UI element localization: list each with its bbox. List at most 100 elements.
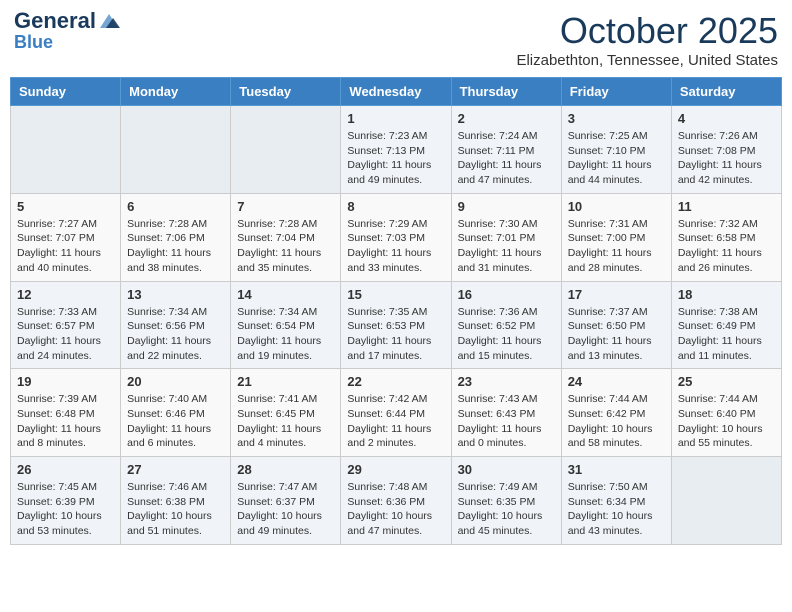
cell-content: Sunrise: 7:49 AMSunset: 6:35 PMDaylight:…	[458, 480, 555, 539]
cell-content: Sunrise: 7:27 AMSunset: 7:07 PMDaylight:…	[17, 217, 114, 276]
calendar-cell: 10Sunrise: 7:31 AMSunset: 7:00 PMDayligh…	[561, 193, 671, 281]
day-number: 16	[458, 287, 555, 302]
day-number: 8	[347, 199, 444, 214]
day-number: 5	[17, 199, 114, 214]
calendar-cell: 21Sunrise: 7:41 AMSunset: 6:45 PMDayligh…	[231, 369, 341, 457]
cell-content: Sunrise: 7:24 AMSunset: 7:11 PMDaylight:…	[458, 129, 555, 188]
cell-content: Sunrise: 7:29 AMSunset: 7:03 PMDaylight:…	[347, 217, 444, 276]
day-number: 19	[17, 374, 114, 389]
day-header-friday: Friday	[561, 78, 671, 106]
cell-content: Sunrise: 7:34 AMSunset: 6:56 PMDaylight:…	[127, 305, 224, 364]
cell-content: Sunrise: 7:40 AMSunset: 6:46 PMDaylight:…	[127, 392, 224, 451]
calendar-cell: 5 Sunrise: 7:27 AMSunset: 7:07 PMDaylight…	[11, 193, 121, 281]
logo-icon	[98, 12, 120, 30]
day-number: 22	[347, 374, 444, 389]
calendar-week-row: 12 Sunrise: 7:33 AMSunset: 6:57 PMDayligh…	[11, 281, 782, 369]
cell-content: Sunrise: 7:23 AMSunset: 7:13 PMDaylight:…	[347, 129, 444, 188]
calendar-cell: 17 Sunrise: 7:37 AMSunset: 6:50 PMDayligh…	[561, 281, 671, 369]
day-number: 29	[347, 462, 444, 477]
day-number: 17	[568, 287, 665, 302]
cell-content: Sunrise: 7:45 AMSunset: 6:39 PMDaylight:…	[17, 480, 114, 539]
calendar-cell: 14 Sunrise: 7:34 AMSunset: 6:54 PMDayligh…	[231, 281, 341, 369]
cell-content: Sunrise: 7:38 AMSunset: 6:49 PMDaylight:…	[678, 305, 775, 364]
calendar-cell: 25 Sunrise: 7:44 AMSunset: 6:40 PMDayligh…	[671, 369, 781, 457]
calendar-cell	[121, 106, 231, 194]
calendar-cell: 13Sunrise: 7:34 AMSunset: 6:56 PMDayligh…	[121, 281, 231, 369]
calendar-cell: 31Sunrise: 7:50 AMSunset: 6:34 PMDayligh…	[561, 457, 671, 545]
cell-content: Sunrise: 7:43 AMSunset: 6:43 PMDaylight:…	[458, 392, 555, 451]
cell-content: Sunrise: 7:32 AMSunset: 6:58 PMDaylight:…	[678, 217, 775, 276]
calendar-cell: 16 Sunrise: 7:36 AMSunset: 6:52 PMDayligh…	[451, 281, 561, 369]
day-number: 6	[127, 199, 224, 214]
day-number: 21	[237, 374, 334, 389]
day-number: 26	[17, 462, 114, 477]
calendar-week-row: 26 Sunrise: 7:45 AMSunset: 6:39 PMDayligh…	[11, 457, 782, 545]
calendar-cell: 2 Sunrise: 7:24 AMSunset: 7:11 PMDaylight…	[451, 106, 561, 194]
cell-content: Sunrise: 7:50 AMSunset: 6:34 PMDaylight:…	[568, 480, 665, 539]
cell-content: Sunrise: 7:35 AMSunset: 6:53 PMDaylight:…	[347, 305, 444, 364]
cell-content: Sunrise: 7:33 AMSunset: 6:57 PMDaylight:…	[17, 305, 114, 364]
day-number: 25	[678, 374, 775, 389]
calendar-cell: 11Sunrise: 7:32 AMSunset: 6:58 PMDayligh…	[671, 193, 781, 281]
day-header-wednesday: Wednesday	[341, 78, 451, 106]
day-number: 28	[237, 462, 334, 477]
calendar-cell: 4 Sunrise: 7:26 AMSunset: 7:08 PMDaylight…	[671, 106, 781, 194]
cell-content: Sunrise: 7:39 AMSunset: 6:48 PMDaylight:…	[17, 392, 114, 451]
day-number: 27	[127, 462, 224, 477]
calendar-week-row: 1 Sunrise: 7:23 AMSunset: 7:13 PMDaylight…	[11, 106, 782, 194]
day-number: 2	[458, 111, 555, 126]
cell-content: Sunrise: 7:48 AMSunset: 6:36 PMDaylight:…	[347, 480, 444, 539]
calendar-cell: 8 Sunrise: 7:29 AMSunset: 7:03 PMDaylight…	[341, 193, 451, 281]
cell-content: Sunrise: 7:47 AMSunset: 6:37 PMDaylight:…	[237, 480, 334, 539]
day-number: 1	[347, 111, 444, 126]
day-number: 10	[568, 199, 665, 214]
logo-blue: Blue	[14, 32, 53, 53]
calendar-cell: 29 Sunrise: 7:48 AMSunset: 6:36 PMDayligh…	[341, 457, 451, 545]
cell-content: Sunrise: 7:44 AMSunset: 6:40 PMDaylight:…	[678, 392, 775, 451]
logo: General Blue	[14, 10, 120, 53]
day-number: 14	[237, 287, 334, 302]
calendar-header-row: SundayMondayTuesdayWednesdayThursdayFrid…	[11, 78, 782, 106]
calendar-cell: 22 Sunrise: 7:42 AMSunset: 6:44 PMDayligh…	[341, 369, 451, 457]
calendar-cell	[11, 106, 121, 194]
calendar-cell: 28 Sunrise: 7:47 AMSunset: 6:37 PMDayligh…	[231, 457, 341, 545]
calendar-cell: 12 Sunrise: 7:33 AMSunset: 6:57 PMDayligh…	[11, 281, 121, 369]
cell-content: Sunrise: 7:34 AMSunset: 6:54 PMDaylight:…	[237, 305, 334, 364]
cell-content: Sunrise: 7:30 AMSunset: 7:01 PMDaylight:…	[458, 217, 555, 276]
calendar-cell: 7 Sunrise: 7:28 AMSunset: 7:04 PMDaylight…	[231, 193, 341, 281]
cell-content: Sunrise: 7:28 AMSunset: 7:04 PMDaylight:…	[237, 217, 334, 276]
cell-content: Sunrise: 7:42 AMSunset: 6:44 PMDaylight:…	[347, 392, 444, 451]
cell-content: Sunrise: 7:37 AMSunset: 6:50 PMDaylight:…	[568, 305, 665, 364]
page-header: General Blue October 2025 Elizabethton, …	[10, 10, 782, 69]
calendar-cell	[671, 457, 781, 545]
day-header-thursday: Thursday	[451, 78, 561, 106]
day-number: 24	[568, 374, 665, 389]
day-number: 15	[347, 287, 444, 302]
cell-content: Sunrise: 7:36 AMSunset: 6:52 PMDaylight:…	[458, 305, 555, 364]
day-number: 18	[678, 287, 775, 302]
calendar-cell: 26 Sunrise: 7:45 AMSunset: 6:39 PMDayligh…	[11, 457, 121, 545]
calendar-cell: 20 Sunrise: 7:40 AMSunset: 6:46 PMDayligh…	[121, 369, 231, 457]
day-header-monday: Monday	[121, 78, 231, 106]
day-header-sunday: Sunday	[11, 78, 121, 106]
day-number: 7	[237, 199, 334, 214]
cell-content: Sunrise: 7:26 AMSunset: 7:08 PMDaylight:…	[678, 129, 775, 188]
calendar-cell: 30Sunrise: 7:49 AMSunset: 6:35 PMDayligh…	[451, 457, 561, 545]
logo-general: General	[14, 10, 96, 32]
location-subtitle: Elizabethton, Tennessee, United States	[516, 52, 778, 69]
title-area: October 2025 Elizabethton, Tennessee, Un…	[516, 10, 778, 69]
day-header-tuesday: Tuesday	[231, 78, 341, 106]
calendar-cell: 15 Sunrise: 7:35 AMSunset: 6:53 PMDayligh…	[341, 281, 451, 369]
calendar-table: SundayMondayTuesdayWednesdayThursdayFrid…	[10, 77, 782, 545]
calendar-cell: 1 Sunrise: 7:23 AMSunset: 7:13 PMDaylight…	[341, 106, 451, 194]
day-number: 20	[127, 374, 224, 389]
calendar-cell: 6Sunrise: 7:28 AMSunset: 7:06 PMDaylight…	[121, 193, 231, 281]
calendar-cell: 24 Sunrise: 7:44 AMSunset: 6:42 PMDayligh…	[561, 369, 671, 457]
day-number: 12	[17, 287, 114, 302]
calendar-cell: 9 Sunrise: 7:30 AMSunset: 7:01 PMDaylight…	[451, 193, 561, 281]
day-number: 4	[678, 111, 775, 126]
calendar-cell: 27Sunrise: 7:46 AMSunset: 6:38 PMDayligh…	[121, 457, 231, 545]
day-number: 9	[458, 199, 555, 214]
calendar-cell	[231, 106, 341, 194]
cell-content: Sunrise: 7:44 AMSunset: 6:42 PMDaylight:…	[568, 392, 665, 451]
